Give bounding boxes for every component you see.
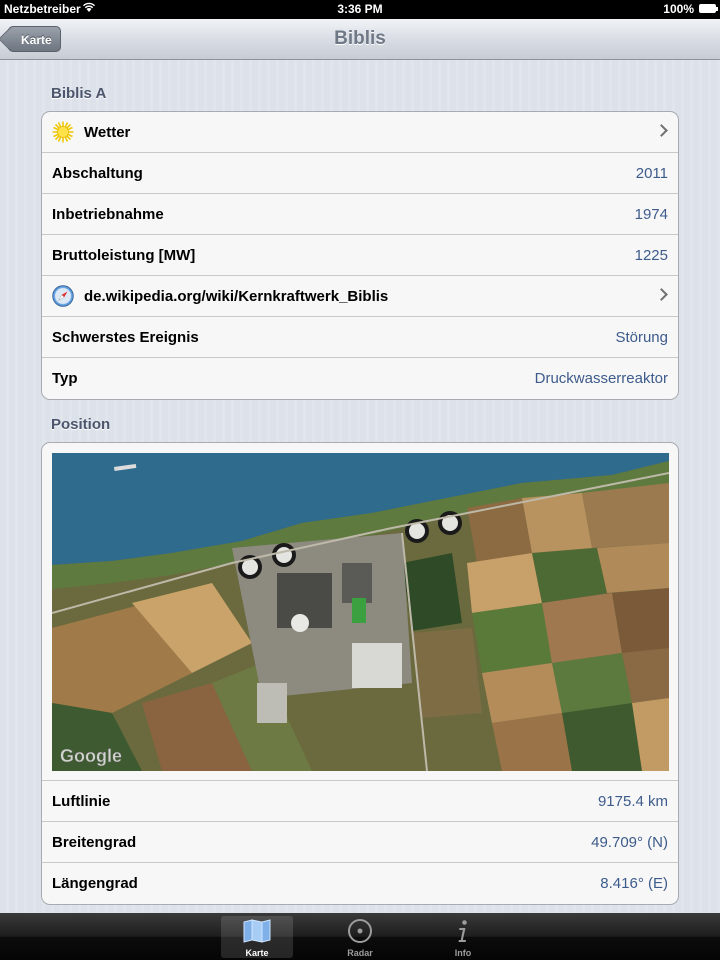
worst-event-label: Schwerstes Ereignis: [52, 329, 199, 346]
sun-icon: [52, 121, 74, 143]
gross-output-value: 1225: [634, 247, 668, 264]
shutdown-row: Abschaltung 2011: [42, 153, 678, 194]
chevron-right-icon: [655, 124, 668, 137]
longitude-row: Längengrad 8.416° (E): [42, 863, 678, 904]
gross-output-label: Bruttoleistung [MW]: [52, 247, 196, 264]
back-button-label: Karte: [21, 33, 52, 47]
type-label: Typ: [52, 370, 78, 387]
tab-radar-label: Radar: [347, 948, 373, 958]
section-header-position: Position: [51, 416, 111, 433]
wikipedia-link-label: de.wikipedia.org/wiki/Kernkraftwerk_Bibl…: [84, 288, 389, 305]
commissioning-label: Inbetriebnahme: [52, 206, 164, 223]
type-row: Typ Druckwasserreaktor: [42, 358, 678, 399]
status-time: 3:36 PM: [337, 2, 383, 16]
wikipedia-link-row[interactable]: de.wikipedia.org/wiki/Kernkraftwerk_Bibl…: [42, 276, 678, 317]
status-bar: Netzbetreiber 3:36 PM 100%: [0, 0, 720, 19]
navigation-bar: Biblis Karte: [0, 19, 720, 60]
longitude-value: 8.416° (E): [600, 875, 668, 892]
tab-karte[interactable]: Karte: [221, 916, 293, 958]
tab-radar[interactable]: Radar: [324, 916, 396, 958]
map-cell[interactable]: Google: [42, 443, 678, 781]
section-header-plant: Biblis A: [51, 85, 107, 102]
back-button[interactable]: Karte: [8, 26, 61, 52]
gross-output-row: Bruttoleistung [MW] 1225: [42, 235, 678, 276]
worst-event-row: Schwerstes Ereignis Störung: [42, 317, 678, 358]
latitude-label: Breitengrad: [52, 834, 137, 851]
plant-details-group: Wetter Abschaltung 2011 Inbetriebnahme 1…: [41, 111, 679, 400]
battery-percent: 100%: [663, 2, 694, 16]
distance-label: Luftlinie: [52, 793, 111, 810]
satellite-map[interactable]: Google: [52, 453, 669, 771]
latitude-value: 49.709° (N): [591, 834, 668, 851]
commissioning-value: 1974: [634, 206, 668, 223]
distance-value: 9175.4 km: [597, 793, 668, 810]
tab-info[interactable]: Info: [427, 916, 499, 958]
latitude-row: Breitengrad 49.709° (N): [42, 822, 678, 863]
battery-icon: [699, 4, 718, 13]
weather-row[interactable]: Wetter: [42, 112, 678, 153]
tab-karte-label: Karte: [245, 948, 269, 958]
type-value: Druckwasserreaktor: [534, 370, 668, 387]
chevron-right-icon: [655, 288, 668, 301]
shutdown-label: Abschaltung: [52, 165, 143, 182]
safari-compass-icon: [52, 285, 74, 307]
page-title: Biblis: [334, 28, 386, 49]
shutdown-value: 2011: [635, 165, 668, 182]
weather-label: Wetter: [84, 124, 131, 141]
longitude-label: Längengrad: [52, 875, 138, 892]
position-group: Google Luftlinie 9175.4 km Breitengrad 4…: [41, 442, 679, 905]
distance-row: Luftlinie 9175.4 km: [42, 781, 678, 822]
tab-bar: Karte Radar Info: [0, 913, 720, 960]
google-watermark: Google: [60, 746, 122, 766]
tab-info-label: Info: [454, 948, 472, 958]
commissioning-row: Inbetriebnahme 1974: [42, 194, 678, 235]
worst-event-value: Störung: [615, 329, 668, 346]
